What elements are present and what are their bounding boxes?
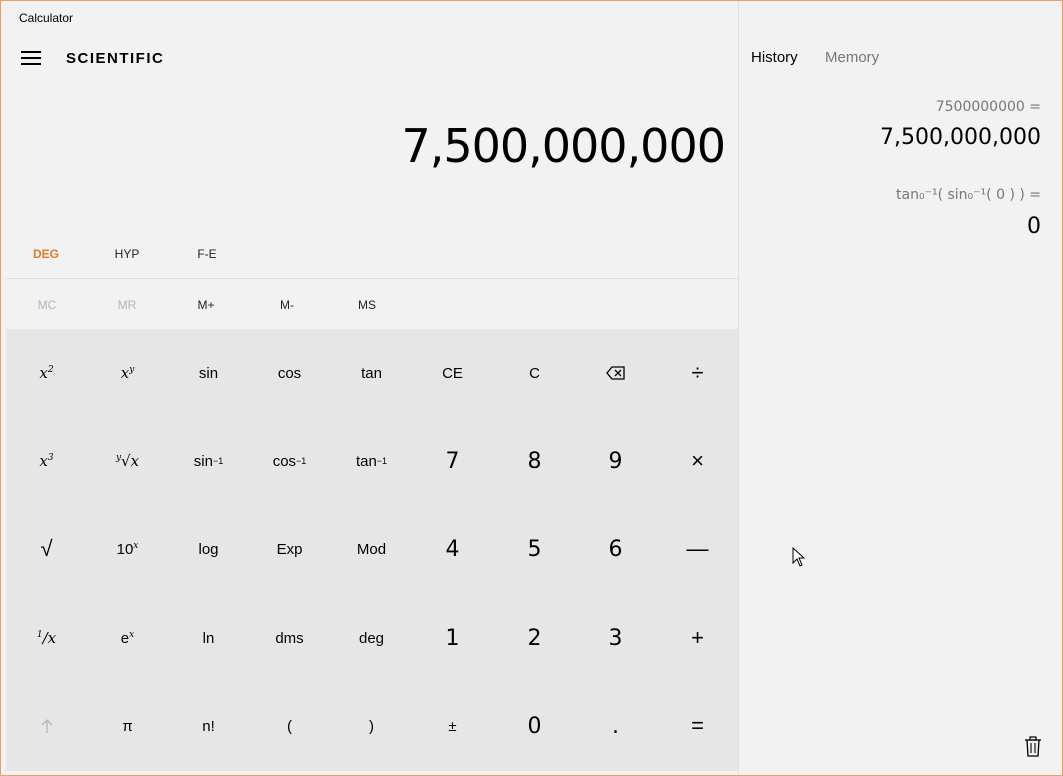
- angle-options-row: DEG HYP F-E: [6, 239, 738, 271]
- backspace-icon: [605, 366, 625, 380]
- mode-title: SCIENTIFIC: [66, 50, 165, 67]
- digit-0-button[interactable]: 0: [494, 682, 575, 770]
- tab-history[interactable]: History: [751, 49, 798, 66]
- asin-button[interactable]: sin −1: [168, 417, 249, 505]
- deg-button[interactable]: deg: [331, 594, 412, 682]
- history-result[interactable]: 0: [1027, 214, 1041, 239]
- memory-clear-button[interactable]: MC: [17, 298, 77, 312]
- deg-toggle[interactable]: DEG: [16, 247, 76, 261]
- mouse-cursor-icon: [792, 547, 806, 567]
- digit-2-button[interactable]: 2: [494, 594, 575, 682]
- mod-button[interactable]: Mod: [331, 505, 412, 593]
- history-result[interactable]: 7,500,000,000: [880, 125, 1041, 150]
- calculator-window: Calculator SCIENTIFIC 7,500,000,000 DEG …: [0, 0, 1063, 776]
- equals-button[interactable]: =: [657, 682, 738, 770]
- ln-button[interactable]: ln: [168, 594, 249, 682]
- power-button[interactable]: xy: [87, 329, 168, 417]
- sqrt-button[interactable]: √: [6, 505, 87, 593]
- history-expression[interactable]: tan₀⁻¹( sin₀⁻¹( 0 ) ) =: [896, 187, 1041, 203]
- digit-6-button[interactable]: 6: [575, 505, 656, 593]
- e-power-button[interactable]: ex: [87, 594, 168, 682]
- memory-recall-button[interactable]: MR: [97, 298, 157, 312]
- reciprocal-button[interactable]: 1/x: [6, 594, 87, 682]
- log-button[interactable]: log: [168, 505, 249, 593]
- result-display: 7,500,000,000: [401, 119, 726, 173]
- trash-icon: [1025, 736, 1041, 757]
- hamburger-icon: [21, 51, 41, 53]
- tab-memory[interactable]: Memory: [825, 49, 879, 66]
- minus-button[interactable]: —: [657, 505, 738, 593]
- history-panel: History Memory 7500000000 = 7,500,000,00…: [739, 1, 1062, 775]
- memory-store-button[interactable]: MS: [337, 298, 397, 312]
- digit-3-button[interactable]: 3: [575, 594, 656, 682]
- negate-button[interactable]: ±: [412, 682, 493, 770]
- memory-add-button[interactable]: M+: [176, 298, 236, 312]
- decimal-button[interactable]: .: [575, 682, 656, 770]
- plus-button[interactable]: +: [657, 594, 738, 682]
- clear-entry-button[interactable]: CE: [412, 329, 493, 417]
- ten-power-button[interactable]: 10x: [87, 505, 168, 593]
- dms-button[interactable]: dms: [249, 594, 330, 682]
- history-expression[interactable]: 7500000000 =: [936, 99, 1041, 115]
- calculator-main: SCIENTIFIC 7,500,000,000 DEG HYP F-E MC …: [1, 1, 738, 775]
- pi-button[interactable]: π: [87, 682, 168, 770]
- exp-button[interactable]: Exp: [249, 505, 330, 593]
- yroot-button[interactable]: y√x: [87, 417, 168, 505]
- divide-button[interactable]: ÷: [657, 329, 738, 417]
- options-divider: [6, 278, 738, 279]
- arrow-up-icon: [41, 719, 52, 733]
- clear-button[interactable]: C: [494, 329, 575, 417]
- fe-toggle[interactable]: F-E: [177, 247, 237, 261]
- factorial-button[interactable]: n!: [168, 682, 249, 770]
- cos-button[interactable]: cos: [249, 329, 330, 417]
- multiply-button[interactable]: ×: [657, 417, 738, 505]
- menu-button[interactable]: [13, 43, 49, 73]
- cube-button[interactable]: x3: [6, 417, 87, 505]
- digit-8-button[interactable]: 8: [494, 417, 575, 505]
- keypad: x2 xy sin cos tan CE C ÷ x3 y√x sin −1 co…: [6, 329, 738, 771]
- sin-button[interactable]: sin: [168, 329, 249, 417]
- atan-button[interactable]: tan −1: [331, 417, 412, 505]
- digit-9-button[interactable]: 9: [575, 417, 656, 505]
- shift-button[interactable]: [6, 682, 87, 770]
- square-button[interactable]: x2: [6, 329, 87, 417]
- memory-row: MC MR M+ M- MS: [6, 290, 738, 320]
- hyp-toggle[interactable]: HYP: [97, 247, 157, 261]
- digit-7-button[interactable]: 7: [412, 417, 493, 505]
- tan-button[interactable]: tan: [331, 329, 412, 417]
- clear-history-button[interactable]: [1021, 735, 1045, 759]
- digit-4-button[interactable]: 4: [412, 505, 493, 593]
- sqrt-icon: √: [40, 536, 53, 561]
- left-paren-button[interactable]: (: [249, 682, 330, 770]
- right-paren-button[interactable]: ): [331, 682, 412, 770]
- digit-5-button[interactable]: 5: [494, 505, 575, 593]
- acos-button[interactable]: cos −1: [249, 417, 330, 505]
- digit-1-button[interactable]: 1: [412, 594, 493, 682]
- backspace-button[interactable]: [575, 329, 656, 417]
- memory-subtract-button[interactable]: M-: [257, 298, 317, 312]
